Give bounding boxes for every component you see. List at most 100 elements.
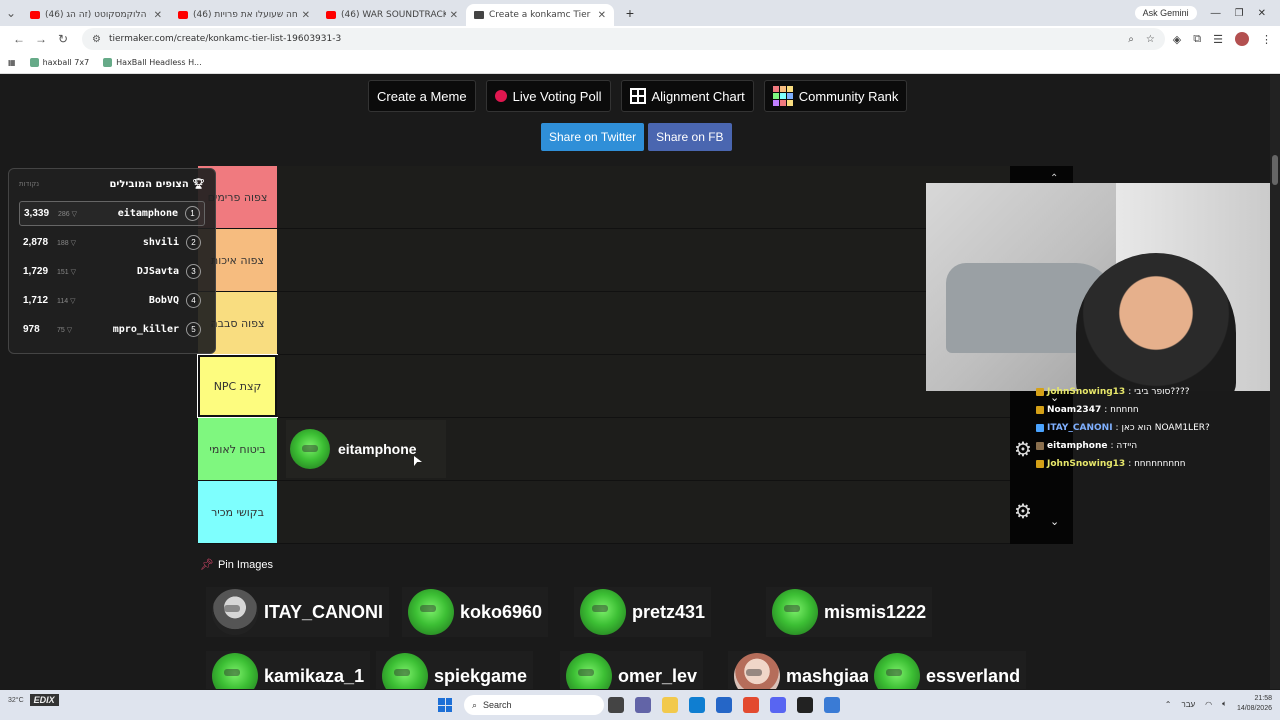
- browser-tab-bar: ⌄ (46) נורדי הלוקמסקוטט (זה הג ✕ (46) הר…: [0, 0, 1280, 26]
- tier-drop-zone[interactable]: [277, 355, 1010, 417]
- tier-drop-zone[interactable]: [277, 166, 1010, 228]
- tier-drop-zone[interactable]: [277, 481, 1010, 543]
- ask-gemini-button[interactable]: Ask Gemini: [1134, 6, 1197, 20]
- forward-icon[interactable]: →: [30, 32, 52, 46]
- file-explorer-icon[interactable]: [662, 697, 678, 713]
- tier-drop-zone[interactable]: eitamphone: [277, 418, 1010, 480]
- apps-grid-icon[interactable]: ▦: [8, 58, 16, 67]
- chat-text: : nnnnnnnnn: [1128, 459, 1186, 469]
- tier-label[interactable]: NPC קצת: [197, 354, 278, 418]
- extension-icon[interactable]: ◈: [1173, 33, 1181, 46]
- button-label: Community Rank: [798, 88, 899, 104]
- user-avatar: [566, 653, 612, 689]
- leaderboard-row: 2,878 188 ▽ shvili 2: [19, 230, 205, 255]
- community-rank-button[interactable]: Community Rank: [763, 80, 908, 112]
- leaderboard-rank: 5: [186, 322, 201, 337]
- browser-tab-3[interactable]: (46) WAR SOUNDTRACKS| Agg ✕: [318, 4, 466, 26]
- wifi-icon[interactable]: ◠: [1205, 700, 1212, 709]
- pool-item[interactable]: pretz431: [574, 587, 712, 637]
- language-indicator[interactable]: עבר: [1181, 700, 1195, 709]
- tier-item-card[interactable]: eitamphone: [286, 420, 446, 478]
- gear-icon[interactable]: ⚙: [1014, 499, 1032, 524]
- share-fb-button[interactable]: Share on FB: [648, 123, 732, 151]
- user-avatar: [212, 589, 258, 635]
- app-icon[interactable]: [824, 697, 840, 713]
- bookmark-star-icon[interactable]: ☆: [1146, 34, 1155, 45]
- bookmark-haxball[interactable]: haxball 7x7: [29, 58, 89, 67]
- pool-item[interactable]: koko6960: [402, 587, 549, 637]
- clock[interactable]: 21:58 14/08/2026: [1237, 694, 1272, 714]
- pool-item[interactable]: kamikaza_1: [206, 651, 371, 689]
- tier-row: צפוה איכות: [198, 229, 1010, 292]
- restore-icon[interactable]: ❐: [1235, 8, 1244, 19]
- browser-tab-1[interactable]: (46) נורדי הלוקמסקוטט (זה הג ✕: [22, 4, 170, 26]
- minimize-icon[interactable]: —: [1211, 8, 1221, 19]
- extensions-puzzle-icon[interactable]: ⧉: [1193, 33, 1201, 46]
- back-icon[interactable]: ←: [8, 32, 30, 46]
- points-label: נקודות: [19, 180, 40, 188]
- close-tab-icon[interactable]: ✕: [154, 10, 162, 21]
- reload-icon[interactable]: ↻: [52, 32, 74, 46]
- pool-item-name: ITAY_CANONI: [264, 601, 384, 622]
- tier-label[interactable]: בקושי מכיר: [198, 481, 277, 543]
- pool-item[interactable]: essverland: [868, 651, 1027, 689]
- app-icon[interactable]: [797, 697, 813, 713]
- site-info-icon[interactable]: ⚙: [92, 34, 101, 45]
- pool-item[interactable]: mismis1222: [766, 587, 933, 637]
- browser-tab-4[interactable]: Create a konkamc Tier List - Tie ✕: [466, 4, 614, 26]
- weather-widget[interactable]: 32°C EDIX: [8, 694, 59, 706]
- alignment-chart-button[interactable]: Alignment Chart: [620, 80, 754, 112]
- chat-badge-icon: [1036, 460, 1044, 468]
- teams-icon[interactable]: [635, 697, 651, 713]
- volume-icon[interactable]: 🔈︎: [1222, 699, 1227, 709]
- tier-row: צפוה פרימים: [198, 166, 1010, 229]
- create-meme-button[interactable]: Create a Meme: [368, 80, 476, 112]
- pool-item[interactable]: mashgiaa: [728, 651, 876, 689]
- zoom-icon[interactable]: ⌕: [1128, 34, 1134, 45]
- discord-icon[interactable]: [770, 697, 786, 713]
- live-voting-poll-button[interactable]: Live Voting Poll: [485, 80, 611, 112]
- store-icon[interactable]: [716, 697, 732, 713]
- tier-label[interactable]: ביטוח לאומי: [198, 418, 277, 480]
- pool-item[interactable]: spiekgame: [376, 651, 534, 689]
- bookmark-haxball-headless[interactable]: HaxBall Headless H...: [103, 58, 202, 67]
- leaderboard-name: mpro_killer: [112, 324, 179, 335]
- windows-start-icon[interactable]: [438, 698, 452, 712]
- tray-chevron-icon[interactable]: ⌃: [1165, 700, 1172, 709]
- browser-tab-2[interactable]: (46) הרווחה שעועלו את פרויות ✕: [170, 4, 318, 26]
- taskbar-apps: [608, 697, 840, 713]
- leaderboard-header: נקודות הצופים המובילים 🏆︎: [19, 175, 205, 193]
- leaderboard-score: 1,729: [23, 266, 49, 277]
- taskbar-search[interactable]: ⌕ Search: [464, 695, 604, 715]
- close-tab-icon[interactable]: ✕: [598, 10, 606, 21]
- tab-title: (46) נורדי הלוקמסקוטט (זה הג: [45, 10, 150, 20]
- leaderboard-chip: 75 ▽: [57, 326, 73, 334]
- gear-icon[interactable]: ⚙: [1014, 437, 1032, 462]
- chat-text: : היידה: [1110, 441, 1138, 451]
- chat-badge-icon: [1036, 424, 1044, 432]
- address-bar[interactable]: ⚙ tiermaker.com/create/konkamc-tier-list…: [82, 28, 1165, 50]
- tiermaker-page: Create a Meme Live Voting Poll Alignment…: [0, 75, 1280, 689]
- close-tab-icon[interactable]: ✕: [302, 10, 310, 21]
- close-tab-icon[interactable]: ✕: [450, 10, 458, 21]
- edix-icon: EDIX: [29, 694, 59, 706]
- tiermaker-icon: [474, 11, 484, 19]
- system-tray: ⌃ עבר ◠ 🔈︎ 21:58 14/08/2026: [1165, 694, 1272, 714]
- tier-drop-zone[interactable]: [277, 292, 1010, 354]
- new-tab-button[interactable]: +: [620, 5, 640, 21]
- page-scrollbar[interactable]: [1270, 75, 1280, 689]
- task-view-icon[interactable]: [608, 697, 624, 713]
- close-window-icon[interactable]: ✕: [1258, 8, 1266, 19]
- edge-icon[interactable]: [689, 697, 705, 713]
- media-icon[interactable]: ☰: [1213, 33, 1223, 46]
- pool-item[interactable]: omer_lev: [560, 651, 704, 689]
- tier-drop-zone[interactable]: [277, 229, 1010, 291]
- profile-avatar[interactable]: [1235, 32, 1249, 46]
- pool-item[interactable]: ITAY_CANONI: [206, 587, 390, 637]
- scrollbar-thumb[interactable]: [1272, 155, 1278, 185]
- tab-list-chevron-icon[interactable]: ⌄: [0, 6, 22, 20]
- chevron-down-icon[interactable]: ⌄: [1050, 515, 1059, 528]
- chrome-icon[interactable]: [743, 697, 759, 713]
- share-twitter-button[interactable]: Share on Twitter: [541, 123, 645, 151]
- menu-kebab-icon[interactable]: ⋮: [1261, 33, 1272, 46]
